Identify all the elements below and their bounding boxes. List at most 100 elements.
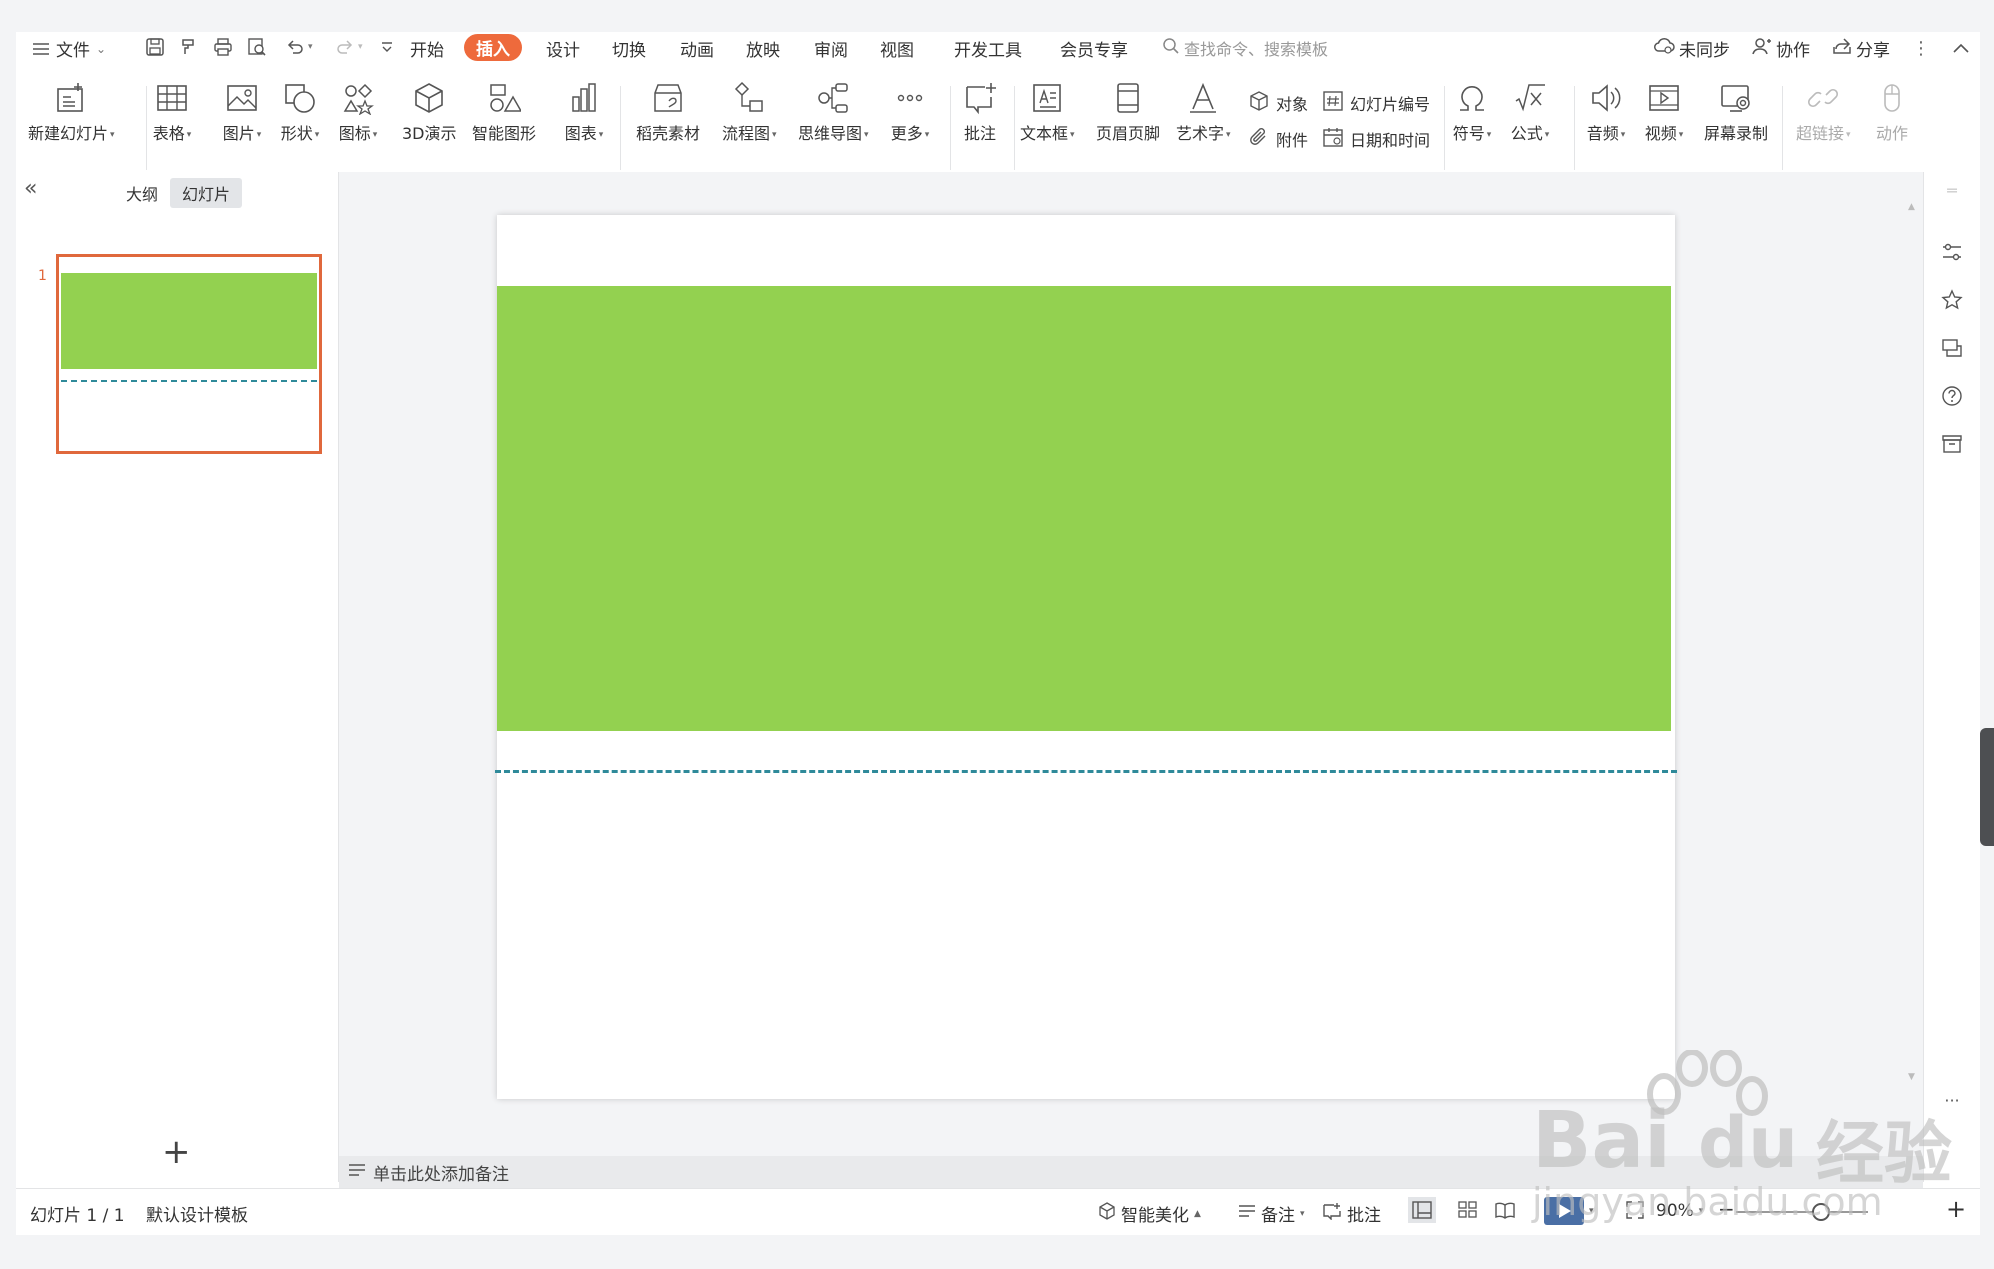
more-button[interactable]: 更多 ▾ bbox=[890, 78, 930, 145]
sync-status-button[interactable]: 未同步 bbox=[1653, 36, 1730, 61]
more-options-icon[interactable]: ⋮ bbox=[1912, 38, 1930, 59]
slide-number-button[interactable]: 幻灯片编号 bbox=[1322, 90, 1430, 116]
tab-member[interactable]: 会员专享 bbox=[1060, 36, 1128, 61]
floating-panel-handle[interactable] bbox=[1980, 728, 1994, 846]
tab-insert[interactable]: 插入 bbox=[464, 34, 522, 61]
tab-slides[interactable]: 幻灯片 bbox=[170, 178, 243, 208]
play-dropdown-icon[interactable]: ▾ bbox=[1589, 1206, 1594, 1216]
comment-label: 批注 bbox=[963, 124, 996, 143]
hyperlink-button[interactable]: 超链接 ▾ bbox=[1796, 78, 1851, 145]
comment-toggle-button[interactable]: 批注 bbox=[1322, 1201, 1381, 1226]
tab-home[interactable]: 开始 bbox=[410, 36, 444, 61]
picture-icon bbox=[222, 78, 262, 118]
video-button[interactable]: 视频 ▾ bbox=[1644, 78, 1684, 145]
header-footer-button[interactable]: 页眉页脚 bbox=[1096, 78, 1160, 144]
symbol-label: 符号 bbox=[1452, 124, 1485, 143]
add-slide-icon[interactable]: + bbox=[162, 1132, 191, 1172]
tab-slideshow[interactable]: 放映 bbox=[746, 36, 780, 61]
sorter-view-icon[interactable] bbox=[1458, 1201, 1478, 1219]
new-slide-button[interactable]: 新建幻灯片 ▾ bbox=[28, 78, 115, 145]
picture-button[interactable]: 图片 ▾ bbox=[222, 78, 262, 145]
chart-button[interactable]: 图表 ▾ bbox=[564, 78, 604, 145]
smart-beautify-button[interactable]: 智能美化 ▲ bbox=[1098, 1201, 1201, 1226]
zoom-slider[interactable] bbox=[1736, 1211, 1868, 1213]
tab-review[interactable]: 审阅 bbox=[814, 36, 848, 61]
zoom-out-icon[interactable]: − bbox=[1718, 1197, 1735, 1221]
calendar-icon bbox=[1322, 126, 1344, 152]
zoom-slider-handle[interactable] bbox=[1812, 1203, 1830, 1221]
reading-view-icon[interactable] bbox=[1494, 1201, 1516, 1219]
3d-demo-button[interactable]: 3D演示 bbox=[402, 78, 457, 144]
redo-dropdown-icon[interactable]: ▾ bbox=[358, 42, 363, 52]
fit-window-icon[interactable] bbox=[1626, 1201, 1644, 1219]
mindmap-button[interactable]: 思维导图 ▾ bbox=[798, 78, 869, 145]
textbox-button[interactable]: 文本框 ▾ bbox=[1020, 78, 1075, 145]
object-button[interactable]: 对象 bbox=[1248, 90, 1308, 116]
tab-design[interactable]: 设计 bbox=[546, 36, 580, 61]
archive-icon[interactable] bbox=[1940, 432, 1964, 456]
play-slideshow-button[interactable]: ▾ bbox=[1544, 1197, 1594, 1225]
print-preview-icon[interactable] bbox=[246, 36, 268, 58]
cloud-sync-icon bbox=[1653, 37, 1675, 60]
transition-icon[interactable] bbox=[1940, 336, 1964, 360]
icon-library-button[interactable]: 图标 ▾ bbox=[338, 78, 378, 145]
undo-dropdown-icon[interactable]: ▾ bbox=[308, 42, 313, 52]
textbox-icon bbox=[1027, 78, 1067, 118]
collapse-ribbon-icon[interactable] bbox=[1952, 39, 1970, 59]
command-search[interactable]: 查找命令、搜索模板 bbox=[1162, 36, 1328, 60]
formula-button[interactable]: 公式 ▾ bbox=[1510, 78, 1550, 145]
tab-developer[interactable]: 开发工具 bbox=[954, 36, 1022, 61]
table-button[interactable]: 表格 ▾ bbox=[152, 78, 192, 145]
audio-button[interactable]: 音频 ▾ bbox=[1586, 78, 1626, 145]
zoom-level[interactable]: 90% ▾ bbox=[1656, 1201, 1703, 1221]
slide[interactable] bbox=[495, 215, 1677, 1099]
collaborate-button[interactable]: 协作 bbox=[1752, 36, 1810, 61]
wps-presentation-window: 文件 ⌄ ▾ ▾ 开始 插入 设计 切换 动画 放映 审阅 视图 开发工具 会员… bbox=[16, 32, 1980, 1235]
smartart-button[interactable]: 智能图形 bbox=[472, 78, 536, 144]
flowchart-button[interactable]: 流程图 ▾ bbox=[722, 78, 777, 145]
customize-toolbar-icon[interactable] bbox=[376, 36, 398, 58]
datetime-button[interactable]: 日期和时间 bbox=[1322, 126, 1430, 152]
scroll-up-icon[interactable]: ▲ bbox=[1908, 202, 1915, 212]
tab-outline[interactable]: 大纲 bbox=[114, 178, 170, 208]
comment-button[interactable]: 批注 bbox=[960, 78, 1000, 144]
symbol-button[interactable]: 符号 ▾ bbox=[1452, 78, 1492, 145]
file-menu[interactable]: 文件 ⌄ bbox=[30, 36, 106, 61]
print-icon[interactable] bbox=[212, 36, 234, 58]
search-icon bbox=[1162, 37, 1180, 59]
daoke-material-button[interactable]: 稻壳素材 bbox=[636, 78, 700, 144]
slide-thumbnail[interactable] bbox=[56, 254, 322, 454]
notes-bar[interactable]: 单击此处添加备注 bbox=[339, 1156, 1923, 1188]
properties-icon[interactable] bbox=[1940, 240, 1964, 264]
shape-button[interactable]: 形状 ▾ bbox=[280, 78, 320, 145]
help-icon[interactable] bbox=[1940, 384, 1964, 408]
attachment-button[interactable]: 附件 bbox=[1248, 126, 1308, 152]
screen-record-button[interactable]: 屏幕录制 bbox=[1704, 78, 1768, 144]
slide-canvas bbox=[339, 172, 1923, 1160]
normal-view-icon[interactable] bbox=[1408, 1197, 1436, 1223]
redo-icon[interactable] bbox=[334, 36, 356, 58]
tab-view[interactable]: 视图 bbox=[880, 36, 914, 61]
collapse-pane-icon[interactable]: « bbox=[24, 176, 37, 201]
undo-icon[interactable] bbox=[284, 36, 306, 58]
format-painter-icon[interactable] bbox=[178, 36, 200, 58]
tab-animations[interactable]: 动画 bbox=[680, 36, 714, 61]
share-button[interactable]: 分享 bbox=[1832, 36, 1890, 61]
wordart-button[interactable]: 艺术字 ▾ bbox=[1176, 78, 1231, 145]
slide-thumbnail-pane: « 大纲 幻灯片 1 + bbox=[16, 172, 339, 1182]
template-name[interactable]: 默认设计模板 bbox=[146, 1201, 248, 1226]
star-icon[interactable] bbox=[1940, 288, 1964, 312]
green-rectangle-shape[interactable] bbox=[497, 286, 1671, 731]
screen-record-label: 屏幕录制 bbox=[1704, 124, 1769, 143]
vertical-scrollbar[interactable]: ▲ ▼ bbox=[1904, 172, 1920, 1160]
notes-toggle-button[interactable]: 备注 ▾ bbox=[1238, 1201, 1305, 1226]
sidebar-more-icon[interactable]: ··· bbox=[1940, 1088, 1964, 1112]
scroll-down-icon[interactable]: ▼ bbox=[1908, 1072, 1915, 1082]
attachment-label: 附件 bbox=[1276, 131, 1309, 150]
action-button[interactable]: 动作 bbox=[1872, 78, 1912, 144]
dash-dot-line-shape[interactable] bbox=[495, 770, 1677, 773]
tab-transitions[interactable]: 切换 bbox=[612, 36, 646, 61]
zoom-in-icon[interactable]: + bbox=[1946, 1195, 1966, 1223]
play-icon bbox=[1544, 1197, 1584, 1225]
save-icon[interactable] bbox=[144, 36, 166, 58]
